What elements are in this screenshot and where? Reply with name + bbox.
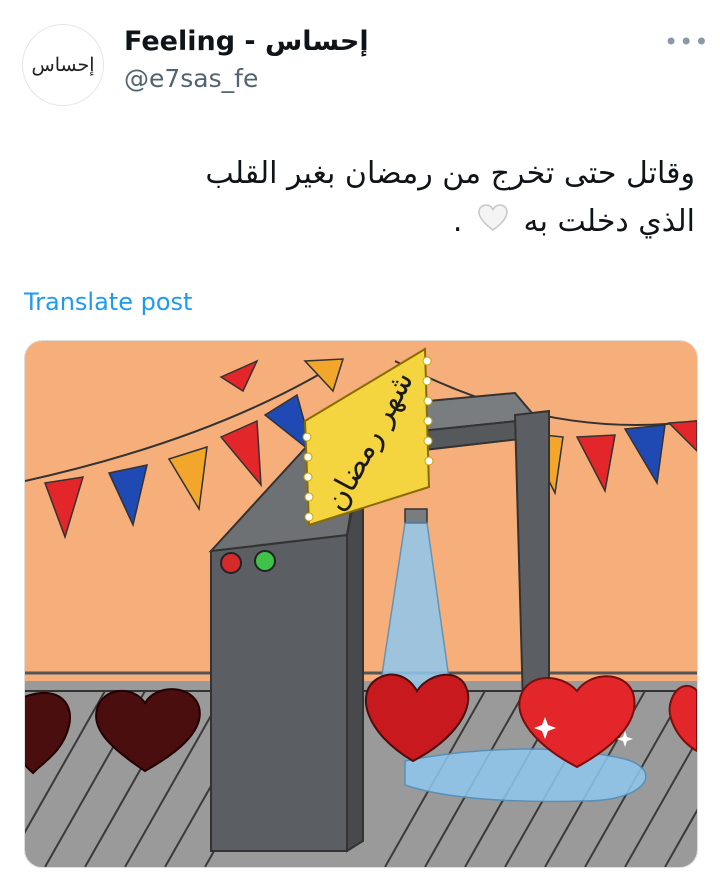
green-light (254, 550, 276, 572)
post-text: وقاتل حتى تخرج من رمضان بغير القلب الذي … (150, 150, 695, 247)
more-options-icon[interactable]: ••• (664, 28, 709, 56)
ramadan-illustration: شهر رمضان (25, 341, 697, 867)
translate-post-link[interactable]: Translate post (24, 288, 192, 316)
red-light (220, 552, 242, 574)
display-name[interactable]: Feeling - إحساس (124, 26, 369, 57)
post-image[interactable]: شهر رمضان (24, 340, 698, 868)
water-puddle (404, 748, 647, 803)
post-text-period: . (452, 204, 463, 239)
post-text-line-2: الذي دخلت به . (150, 198, 695, 247)
gate-left-pillar (210, 533, 348, 852)
user-handle[interactable]: @e7sas_fe (124, 64, 258, 93)
post-text-line-1: وقاتل حتى تخرج من رمضان بغير القلب (205, 156, 695, 191)
avatar[interactable]: إحساس (22, 24, 104, 106)
shower-nozzle (404, 508, 428, 524)
white-heart-icon (478, 199, 508, 247)
avatar-logo-text: إحساس (31, 54, 95, 76)
post-text-line-2-words: الذي دخلت به (523, 204, 695, 239)
